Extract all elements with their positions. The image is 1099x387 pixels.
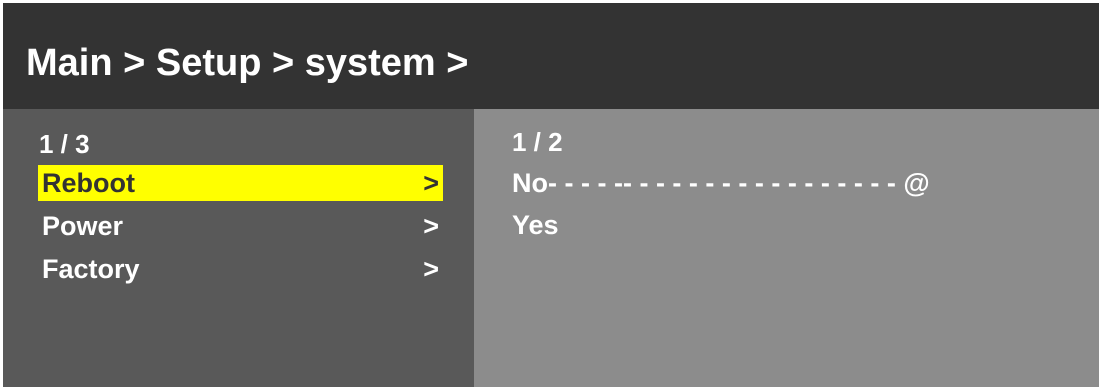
menu-item-label: Power <box>42 211 124 241</box>
menu-item-reboot[interactable]: Reboot > <box>38 165 443 201</box>
submenu-arrow-icon: > <box>423 254 439 284</box>
menu-item-label: Reboot <box>42 168 135 198</box>
right-options-panel: 1 / 2 No- - - - -- - - - - - - - - - - -… <box>474 109 1099 387</box>
menu-item-power[interactable]: Power > <box>38 208 443 244</box>
menu-item-label: Factory <box>42 254 140 284</box>
left-page-indicator: 1 / 3 <box>39 129 90 159</box>
left-menu-panel: 1 / 3 Reboot > Power > Factory > <box>3 109 474 387</box>
header-bar: Main > Setup > system > <box>3 3 1099 109</box>
option-no[interactable]: No- - - - -- - - - - - - - - - - - - - -… <box>512 165 930 201</box>
breadcrumb: Main > Setup > system > <box>26 42 469 84</box>
submenu-arrow-icon: > <box>423 168 439 198</box>
menu-item-factory[interactable]: Factory > <box>38 251 443 287</box>
option-yes[interactable]: Yes <box>512 207 559 243</box>
right-page-indicator: 1 / 2 <box>512 127 563 157</box>
submenu-arrow-icon: > <box>423 211 439 241</box>
osd-menu-window: Main > Setup > system > 1 / 3 Reboot > P… <box>3 3 1099 387</box>
